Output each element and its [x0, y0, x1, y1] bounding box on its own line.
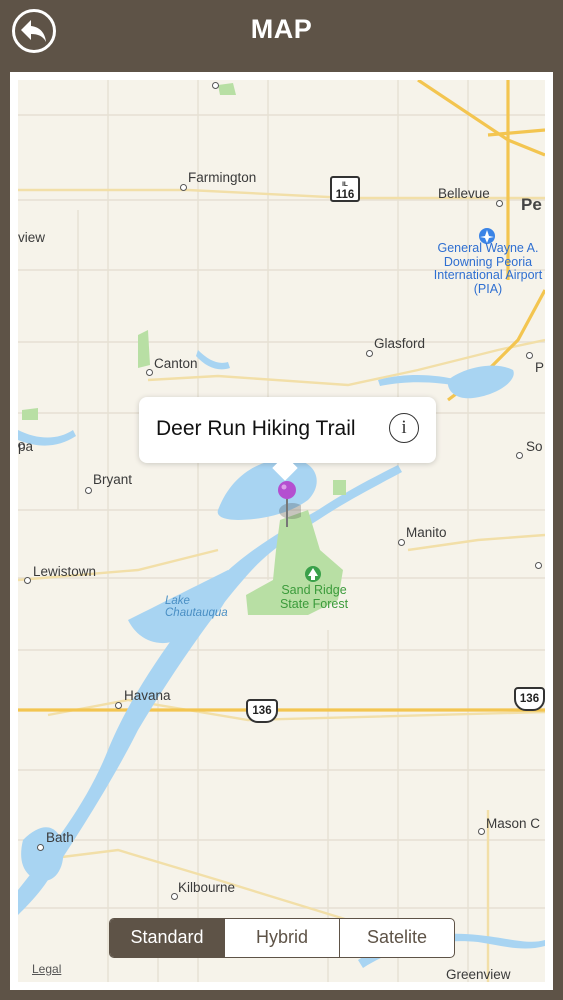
- place-label: Canton: [154, 356, 198, 371]
- place-label: Glasford: [374, 336, 426, 351]
- route-116-shield: IL 116: [330, 176, 360, 202]
- town-marker: [496, 200, 503, 207]
- place-label: Lewistown: [33, 564, 97, 579]
- lake-label: Lake Chautauqua: [165, 595, 228, 619]
- place-label: Manito: [406, 525, 447, 540]
- callout-title: Deer Run Hiking Trail: [156, 417, 356, 440]
- town-marker: [366, 350, 373, 357]
- place-label: Mason C: [486, 816, 541, 831]
- town-marker: [526, 352, 533, 359]
- map-type-standard[interactable]: Standard: [110, 919, 224, 957]
- us-136-shield: 136: [514, 687, 545, 711]
- page-title: MAP: [250, 14, 313, 44]
- place-label: Havana: [124, 688, 171, 703]
- place-label: Farmington: [188, 170, 257, 185]
- place-label: So: [526, 439, 543, 454]
- town-marker: [146, 369, 153, 376]
- info-icon[interactable]: i: [389, 413, 419, 443]
- top-bar: MAP: [0, 0, 563, 62]
- place-label: Kilbourne: [178, 880, 236, 895]
- place-label: P: [535, 360, 545, 375]
- town-marker: [37, 844, 44, 851]
- town-marker: [535, 562, 542, 569]
- map-view[interactable]: Farmington Bellevue Pe view General Wayn…: [18, 80, 545, 982]
- map-type-satellite[interactable]: Satelite: [339, 919, 454, 957]
- town-marker: [85, 487, 92, 494]
- town-marker: [180, 184, 187, 191]
- forest-label: Sand Ridge State Forest: [279, 583, 349, 611]
- town-marker: [212, 82, 219, 89]
- town-marker: [171, 893, 178, 900]
- legal-link[interactable]: Legal: [32, 962, 61, 976]
- map-pin-icon[interactable]: [277, 481, 301, 529]
- town-marker: [115, 702, 122, 709]
- map-base: [18, 80, 545, 982]
- town-marker: [478, 828, 485, 835]
- place-label: Bryant: [93, 472, 133, 487]
- map-frame: Farmington Bellevue Pe view General Wayn…: [10, 72, 553, 990]
- airport-label: General Wayne A. Downing Peoria Internat…: [433, 241, 543, 296]
- pin-callout[interactable]: Deer Run Hiking Trail i: [139, 397, 436, 481]
- map-type-selector: Standard Hybrid Satelite: [109, 918, 455, 958]
- place-label: Pe: [521, 195, 542, 214]
- map-type-hybrid[interactable]: Hybrid: [224, 919, 339, 957]
- town-marker: [24, 577, 31, 584]
- us-136-shield: 136: [246, 699, 278, 723]
- place-label: Bellevue: [438, 186, 490, 201]
- place-label: pa: [18, 439, 34, 454]
- place-label: Greenview: [446, 967, 511, 982]
- town-marker: [516, 452, 523, 459]
- town-marker: [398, 539, 405, 546]
- place-label: view: [18, 230, 46, 245]
- place-label: Bath: [46, 830, 74, 845]
